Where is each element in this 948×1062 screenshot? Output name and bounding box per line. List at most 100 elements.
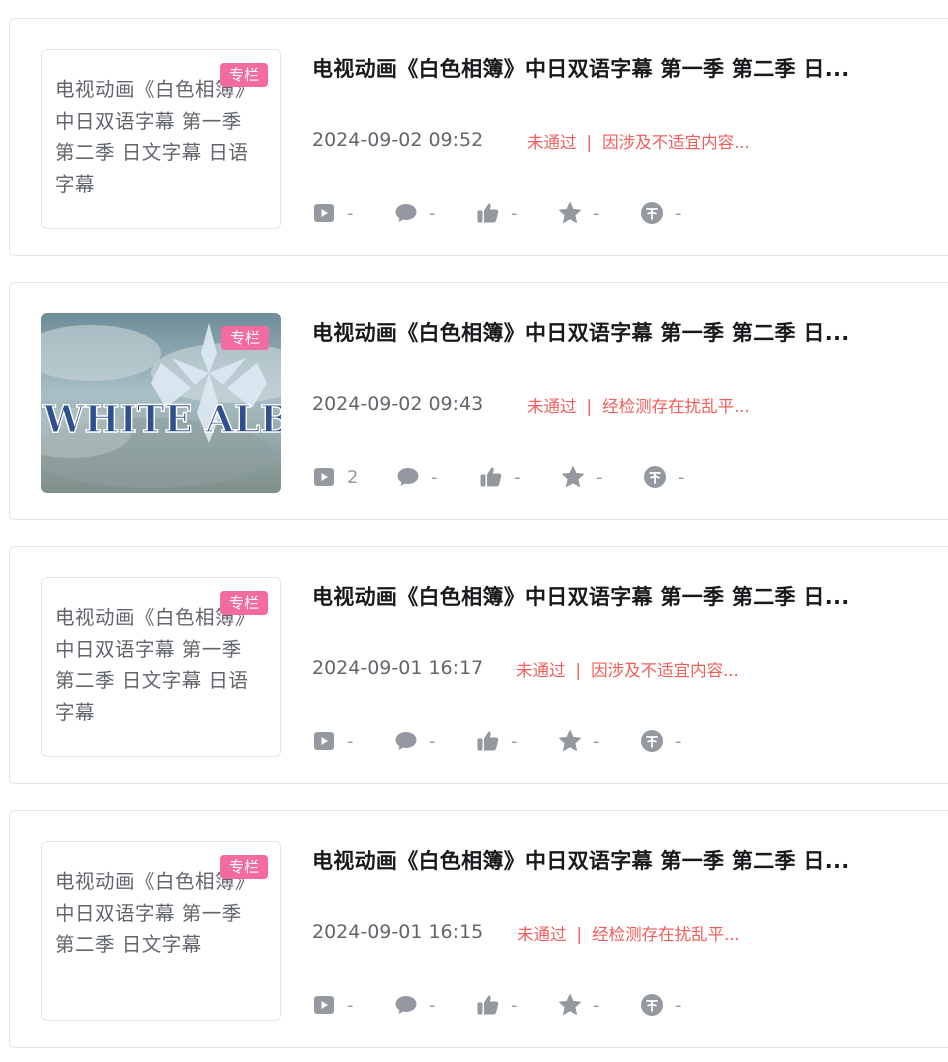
- cover-title-text: 电视动画《白色相簿》中日双语字幕 第一季 第二季 日文字幕 日语字幕: [55, 606, 256, 724]
- stat-likes: -: [479, 465, 521, 489]
- column-tag: 专栏: [220, 326, 269, 350]
- comment-icon: [395, 204, 417, 222]
- plays-count: -: [347, 994, 354, 1016]
- favorite-icon: [559, 730, 581, 751]
- stat-likes: -: [476, 993, 518, 1017]
- column-tag: 专栏: [219, 855, 268, 879]
- comments-count: -: [431, 466, 438, 488]
- status-label: 未通过: [516, 661, 566, 680]
- stat-favorites: -: [558, 201, 600, 225]
- stat-comments: -: [394, 201, 436, 225]
- status-label: 未通过: [517, 925, 567, 944]
- stat-likes: -: [476, 201, 518, 225]
- like-icon: [477, 203, 499, 223]
- review-status[interactable]: 未通过 | 经检测存在扰乱平...: [517, 921, 740, 945]
- stat-coins: -: [640, 201, 682, 225]
- article-title[interactable]: 电视动画《白色相簿》中日双语字幕 第一季 第二季 日...: [312, 845, 912, 875]
- article-cover[interactable]: 电视动画《白色相簿》中日双语字幕 第一季 第二季 日文字幕 专栏: [41, 841, 281, 1021]
- article-cover[interactable]: WHITE ALBUM 专栏: [41, 313, 281, 493]
- status-label: 未通过: [527, 397, 577, 416]
- plays-count: -: [347, 202, 354, 224]
- likes-count: -: [511, 730, 518, 752]
- article-card[interactable]: 电视动画《白色相簿》中日双语字幕 第一季 第二季 日文字幕 日语字幕 专栏 电视…: [9, 18, 948, 256]
- comment-icon: [395, 732, 417, 750]
- publish-date: 2024-09-01 16:15: [312, 921, 484, 943]
- stats-bar: - - - - -: [312, 201, 912, 225]
- favorites-count: -: [593, 202, 600, 224]
- like-icon: [477, 995, 499, 1015]
- stat-plays: -: [312, 993, 354, 1017]
- article-card[interactable]: WHITE ALBUM 专栏 电视动画《白色相簿》中日双语字幕 第一季 第二季 …: [9, 282, 948, 520]
- stats-bar: 2 - - - -: [312, 465, 912, 489]
- publish-date: 2024-09-02 09:43: [312, 393, 484, 415]
- coin-icon: [644, 466, 666, 488]
- comments-count: -: [429, 202, 436, 224]
- article-title[interactable]: 电视动画《白色相簿》中日双语字幕 第一季 第二季 日...: [312, 317, 912, 347]
- likes-count: -: [514, 466, 521, 488]
- favorite-icon: [559, 202, 581, 223]
- cover-title-text: 电视动画《白色相簿》中日双语字幕 第一季 第二季 日文字幕 日语字幕: [55, 78, 256, 196]
- stat-comments: -: [394, 729, 436, 753]
- article-cover[interactable]: 电视动画《白色相簿》中日双语字幕 第一季 第二季 日文字幕 日语字幕 专栏: [41, 577, 281, 757]
- stat-comments: -: [396, 465, 438, 489]
- article-card[interactable]: 电视动画《白色相簿》中日双语字幕 第一季 第二季 日文字幕 日语字幕 专栏 电视…: [9, 546, 948, 784]
- likes-count: -: [511, 202, 518, 224]
- play-icon: [314, 468, 334, 486]
- play-icon: [314, 996, 334, 1014]
- plays-count: 2: [347, 466, 359, 488]
- play-icon: [314, 204, 334, 222]
- status-separator: |: [576, 925, 583, 944]
- stat-favorites: -: [558, 729, 600, 753]
- stat-coins: -: [640, 993, 682, 1017]
- coins-count: -: [675, 994, 682, 1016]
- favorites-count: -: [593, 730, 600, 752]
- play-icon: [314, 732, 334, 750]
- plays-count: -: [347, 730, 354, 752]
- status-reason: 因涉及不适宜内容...: [602, 133, 750, 152]
- article-title[interactable]: 电视动画《白色相簿》中日双语字幕 第一季 第二季 日...: [312, 581, 912, 611]
- like-icon: [477, 731, 499, 751]
- article-title[interactable]: 电视动画《白色相簿》中日双语字幕 第一季 第二季 日...: [312, 53, 912, 83]
- stat-favorites: -: [558, 993, 600, 1017]
- status-separator: |: [586, 133, 593, 152]
- stat-favorites: -: [561, 465, 603, 489]
- cover-logo-text: WHITE ALBUM: [42, 397, 281, 441]
- status-separator: |: [575, 661, 582, 680]
- comments-count: -: [429, 730, 436, 752]
- stat-comments: -: [394, 993, 436, 1017]
- likes-count: -: [511, 994, 518, 1016]
- comment-icon: [397, 468, 419, 486]
- coin-icon: [641, 730, 663, 752]
- stats-bar: - - - - -: [312, 993, 912, 1017]
- favorites-count: -: [593, 994, 600, 1016]
- publish-date: 2024-09-01 16:17: [312, 657, 484, 679]
- coins-count: -: [675, 730, 682, 752]
- stat-plays: -: [312, 201, 354, 225]
- coin-icon: [641, 994, 663, 1016]
- review-status[interactable]: 未通过 | 经检测存在扰乱平...: [527, 393, 750, 417]
- coins-count: -: [678, 466, 685, 488]
- stat-coins: -: [643, 465, 685, 489]
- coin-icon: [641, 202, 663, 224]
- status-reason: 经检测存在扰乱平...: [602, 397, 750, 416]
- status-reason: 经检测存在扰乱平...: [592, 925, 740, 944]
- stat-coins: -: [640, 729, 682, 753]
- comment-icon: [395, 996, 417, 1014]
- favorite-icon: [562, 466, 584, 487]
- stat-plays: -: [312, 729, 354, 753]
- stat-plays: 2: [312, 465, 358, 489]
- status-label: 未通过: [527, 133, 577, 152]
- article-cover[interactable]: 电视动画《白色相簿》中日双语字幕 第一季 第二季 日文字幕 日语字幕 专栏: [41, 49, 281, 229]
- comments-count: -: [429, 994, 436, 1016]
- like-icon: [480, 467, 502, 487]
- review-status[interactable]: 未通过 | 因涉及不适宜内容...: [516, 657, 739, 681]
- stat-likes: -: [476, 729, 518, 753]
- column-tag: 专栏: [219, 591, 268, 615]
- stats-bar: - - - - -: [312, 729, 912, 753]
- review-status[interactable]: 未通过 | 因涉及不适宜内容...: [527, 129, 750, 153]
- favorites-count: -: [596, 466, 603, 488]
- article-card[interactable]: 电视动画《白色相簿》中日双语字幕 第一季 第二季 日文字幕 专栏 电视动画《白色…: [9, 810, 948, 1048]
- status-reason: 因涉及不适宜内容...: [591, 661, 739, 680]
- column-tag: 专栏: [219, 63, 268, 87]
- favorite-icon: [559, 994, 581, 1015]
